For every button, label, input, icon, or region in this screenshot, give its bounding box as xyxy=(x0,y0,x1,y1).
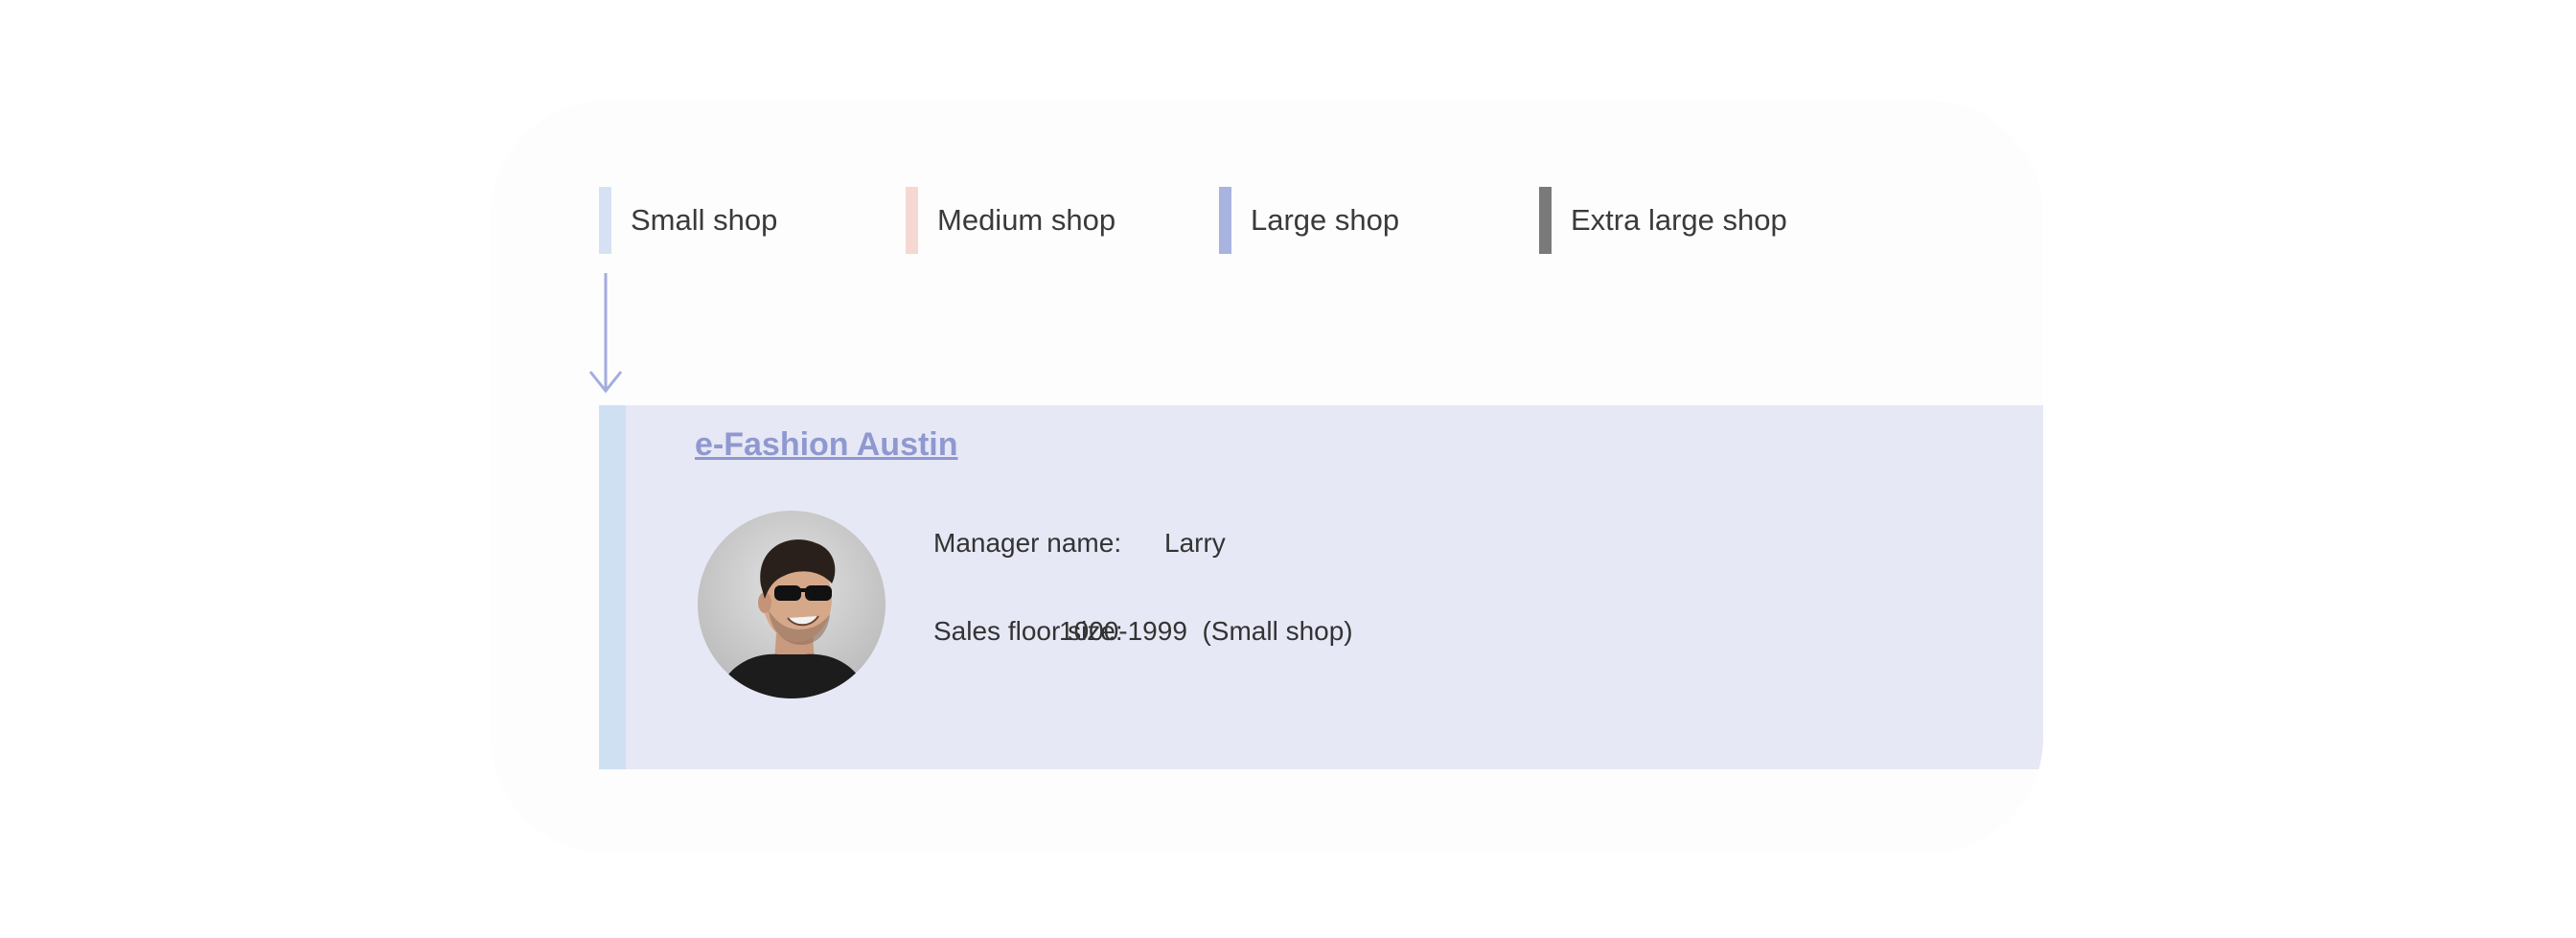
shop-size-accent-bar xyxy=(599,405,626,769)
legend-swatch-small xyxy=(599,187,611,254)
legend-label-extra-large: Extra large shop xyxy=(1571,203,1787,237)
shop-card: e-Fashion Austin Manager name: Larry Sal… xyxy=(599,405,2043,769)
legend-label-small: Small shop xyxy=(631,203,778,237)
manager-avatar xyxy=(698,511,886,698)
legend-item-medium-shop: Medium shop xyxy=(906,187,1116,254)
manager-name-value: Larry xyxy=(1164,528,1226,558)
legend-swatch-large xyxy=(1219,187,1231,254)
sales-floor-size-value: 1000-1999 (Small shop) xyxy=(1059,616,1353,646)
legend-item-small-shop: Small shop xyxy=(599,187,777,254)
legend-item-extra-large-shop: Extra large shop xyxy=(1539,187,1787,254)
legend-item-large-shop: Large shop xyxy=(1219,187,1399,254)
manager-name-label: Manager name: xyxy=(933,528,1122,558)
legend-swatch-medium xyxy=(906,187,918,254)
legend-label-medium: Medium shop xyxy=(937,203,1116,237)
shop-info-panel: Small shop Medium shop Large shop Extra … xyxy=(491,101,2043,853)
shop-name-link[interactable]: e-Fashion Austin xyxy=(695,426,958,464)
legend-swatch-extra-large xyxy=(1539,187,1552,254)
legend-label-large: Large shop xyxy=(1251,203,1400,237)
